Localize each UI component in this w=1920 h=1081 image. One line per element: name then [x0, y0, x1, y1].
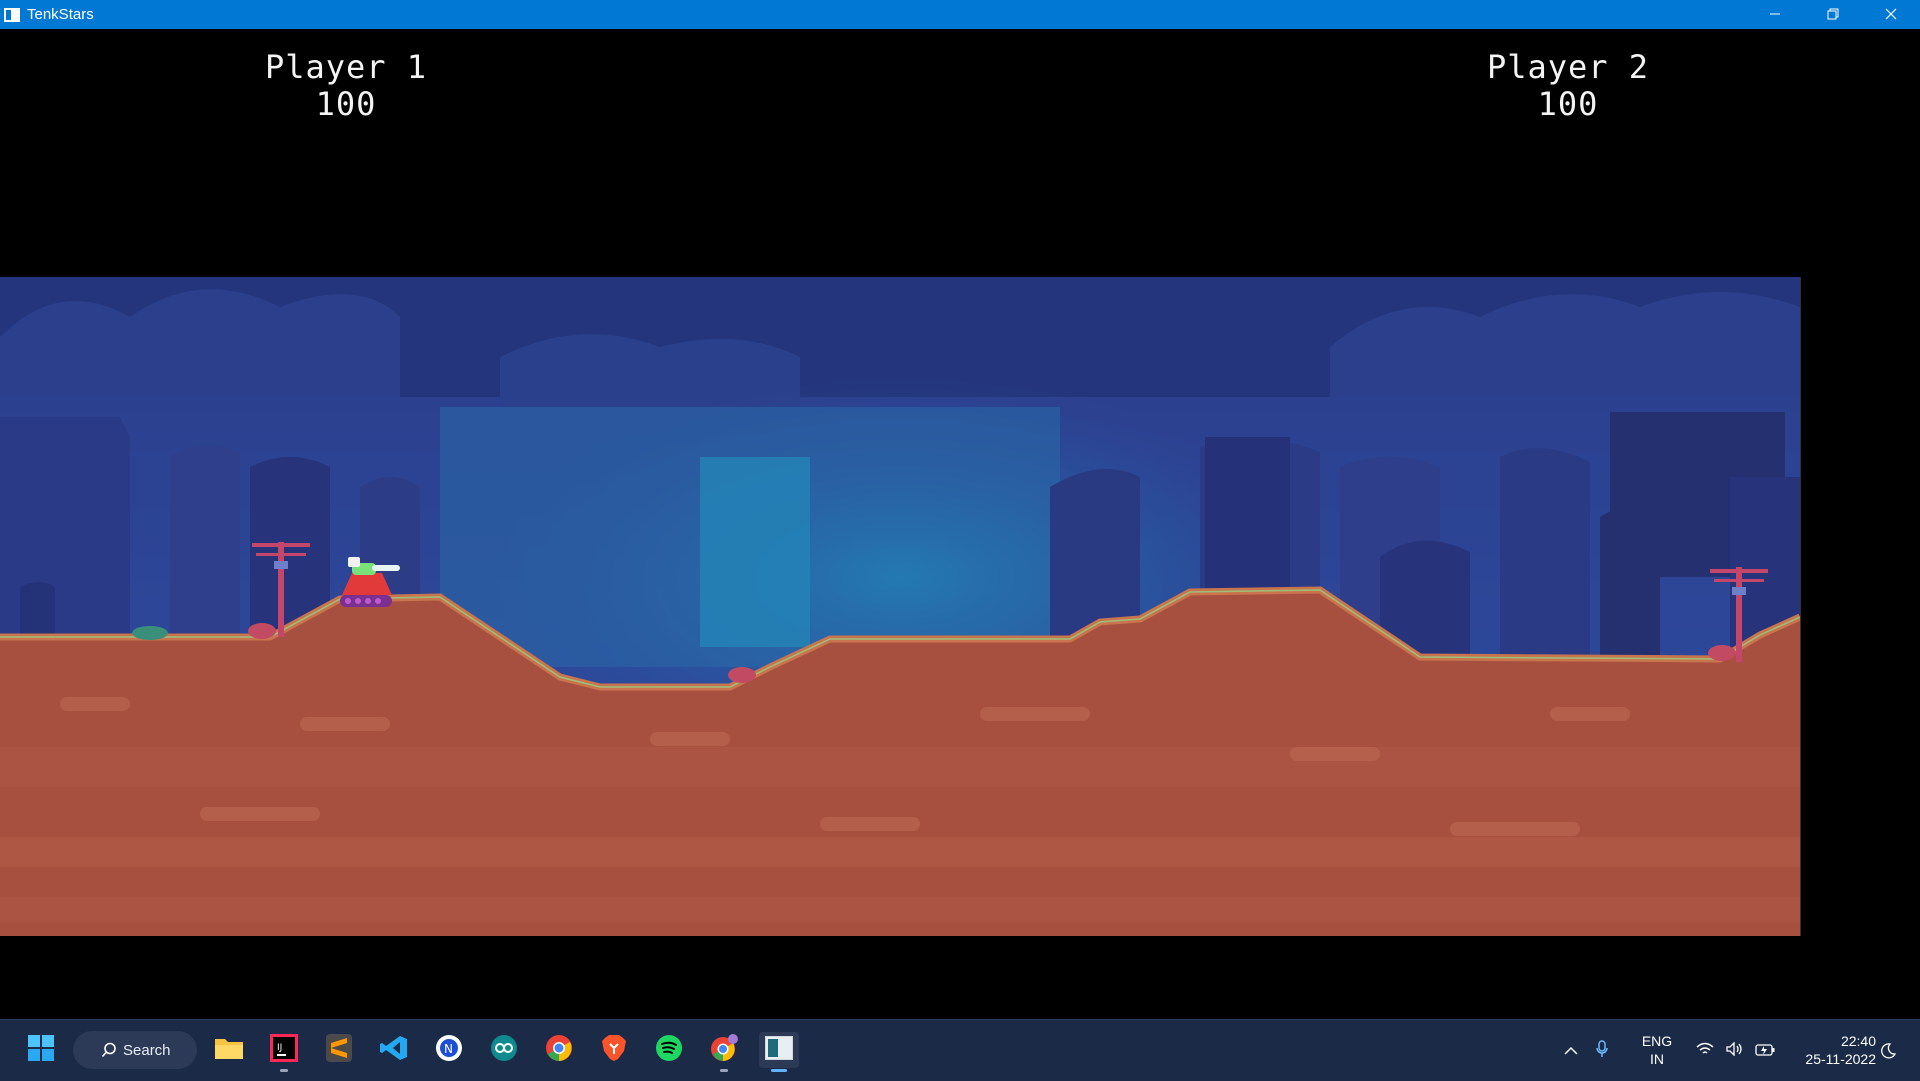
taskbar-app-generic[interactable]: N	[429, 1032, 469, 1068]
notifications-button[interactable]	[1880, 1020, 1896, 1081]
minimize-button[interactable]	[1746, 0, 1804, 29]
taskbar-app-sublime[interactable]	[319, 1032, 359, 1068]
chevron-up-icon	[1564, 1046, 1578, 1055]
vscode-icon	[380, 1034, 408, 1066]
battlefield-scene	[0, 277, 1801, 936]
wifi-icon	[1690, 1041, 1720, 1060]
brave-icon	[601, 1034, 627, 1066]
window-titlebar: TenkStars	[0, 0, 1920, 29]
restore-button[interactable]	[1804, 0, 1862, 29]
close-button[interactable]	[1862, 0, 1920, 29]
microphone-button[interactable]	[1582, 1039, 1622, 1062]
show-hidden-icons-button[interactable]	[1560, 1041, 1582, 1060]
taskbar-search[interactable]: Search	[73, 1031, 197, 1069]
arduino-icon	[490, 1034, 518, 1066]
taskbar-app-brave[interactable]	[594, 1032, 634, 1068]
app-window-icon	[4, 7, 20, 23]
restore-icon	[1827, 5, 1839, 24]
player2-name: Player 2	[1486, 48, 1650, 86]
clock-time: 22:40	[1840, 1033, 1876, 1049]
close-icon	[1885, 5, 1897, 24]
game-canvas[interactable]: Player 1 100 Player 2 100	[0, 29, 1920, 1019]
taskbar-app-arduino[interactable]	[484, 1032, 524, 1068]
clock[interactable]: 22:40 25-11-2022	[1786, 1032, 1876, 1068]
spotify-icon	[655, 1034, 683, 1066]
search-icon	[101, 1042, 116, 1058]
player1-name: Player 1	[264, 48, 428, 86]
language-indicator[interactable]: ENG IN	[1640, 1032, 1674, 1068]
microphone-icon	[1596, 1039, 1608, 1057]
taskbar-app-spotify[interactable]	[649, 1032, 689, 1068]
taskbar-app-chrome[interactable]	[539, 1032, 579, 1068]
svg-text:IJ: IJ	[277, 1043, 282, 1053]
svg-text:N: N	[444, 1042, 453, 1056]
quick-settings[interactable]	[1690, 1020, 1780, 1081]
language-region: IN	[1650, 1051, 1664, 1067]
taskbar-app-intellij[interactable]: IJ	[264, 1032, 304, 1072]
start-button[interactable]	[21, 1032, 61, 1068]
app-icon: N	[435, 1034, 463, 1066]
player1-health: 100	[315, 85, 377, 123]
chrome-profile-icon	[709, 1033, 739, 1067]
language-code: ENG	[1641, 1033, 1673, 1049]
player2-health: 100	[1537, 85, 1599, 123]
taskbar-app-file-explorer[interactable]	[209, 1032, 249, 1068]
taskbar-app-chrome-profile[interactable]	[704, 1032, 744, 1072]
moon-icon	[1881, 1042, 1896, 1059]
sublime-text-icon	[326, 1034, 352, 1066]
system-tray	[1560, 1020, 1622, 1081]
window-title: TenkStars	[27, 6, 94, 23]
start-icon	[27, 1034, 55, 1066]
intellij-icon: IJ	[270, 1034, 298, 1066]
clock-date: 25-11-2022	[1805, 1051, 1876, 1067]
player2-hud: Player 2 100	[1438, 49, 1698, 123]
taskbar-app-tenkstars[interactable]	[759, 1032, 799, 1072]
taskbar: Search IJ N ENG IN 22:40 25-11-2022	[0, 1019, 1920, 1081]
player1-hud: Player 1 100	[216, 49, 476, 123]
battery-icon	[1750, 1041, 1780, 1060]
tenkstars-icon	[765, 1036, 793, 1064]
taskbar-app-vscode[interactable]	[374, 1032, 414, 1068]
minimize-icon	[1769, 5, 1781, 24]
file-explorer-icon	[214, 1035, 244, 1065]
search-label: Search	[123, 1041, 171, 1059]
volume-icon	[1720, 1041, 1750, 1060]
chrome-icon	[545, 1034, 573, 1066]
